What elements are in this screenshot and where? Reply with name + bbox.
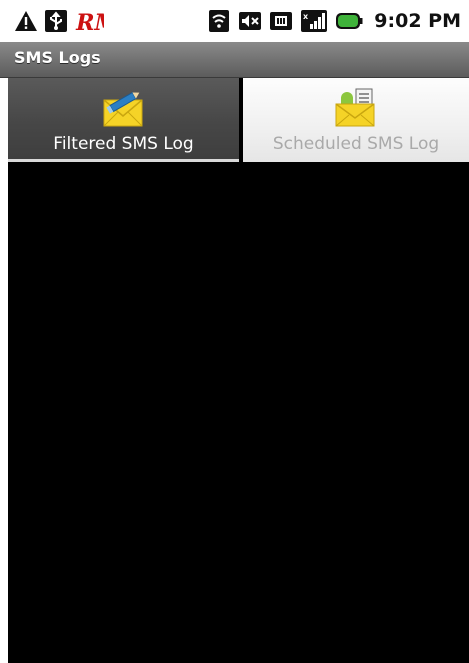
filtered-envelope-icon — [100, 88, 146, 128]
page-title: SMS Logs — [14, 48, 101, 67]
usb-icon — [44, 9, 68, 33]
left-edge — [0, 78, 8, 663]
status-clock: 9:02 PM — [374, 10, 461, 32]
sd-card-icon — [269, 9, 293, 33]
status-left-icons: RM — [14, 6, 104, 36]
title-bar: SMS Logs — [0, 42, 469, 78]
tab-strip: Filtered SMS Log Scheduled SMS Log — [0, 78, 469, 162]
tab-label: Scheduled SMS Log — [272, 134, 440, 154]
svg-text:x: x — [303, 12, 309, 21]
tab-label: Filtered SMS Log — [53, 134, 194, 154]
status-bar: RM x 9:02 PM — [0, 0, 469, 42]
screen: RM x 9:02 PM SMS Logs — [0, 0, 469, 663]
volume-muted-icon — [238, 9, 262, 33]
status-right-icons: x 9:02 PM — [207, 6, 461, 36]
tab-scheduled-sms-log[interactable]: Scheduled SMS Log — [243, 78, 469, 162]
warning-icon — [14, 9, 38, 33]
tab-filtered-sms-log[interactable]: Filtered SMS Log — [8, 78, 239, 162]
log-list-area[interactable] — [8, 162, 469, 663]
wifi-icon — [207, 9, 231, 33]
battery-icon — [335, 9, 363, 33]
signal-icon: x — [300, 9, 328, 33]
svg-text:RM: RM — [75, 10, 104, 33]
rm-app-icon: RM — [74, 9, 104, 33]
scheduled-envelope-icon — [332, 88, 378, 128]
